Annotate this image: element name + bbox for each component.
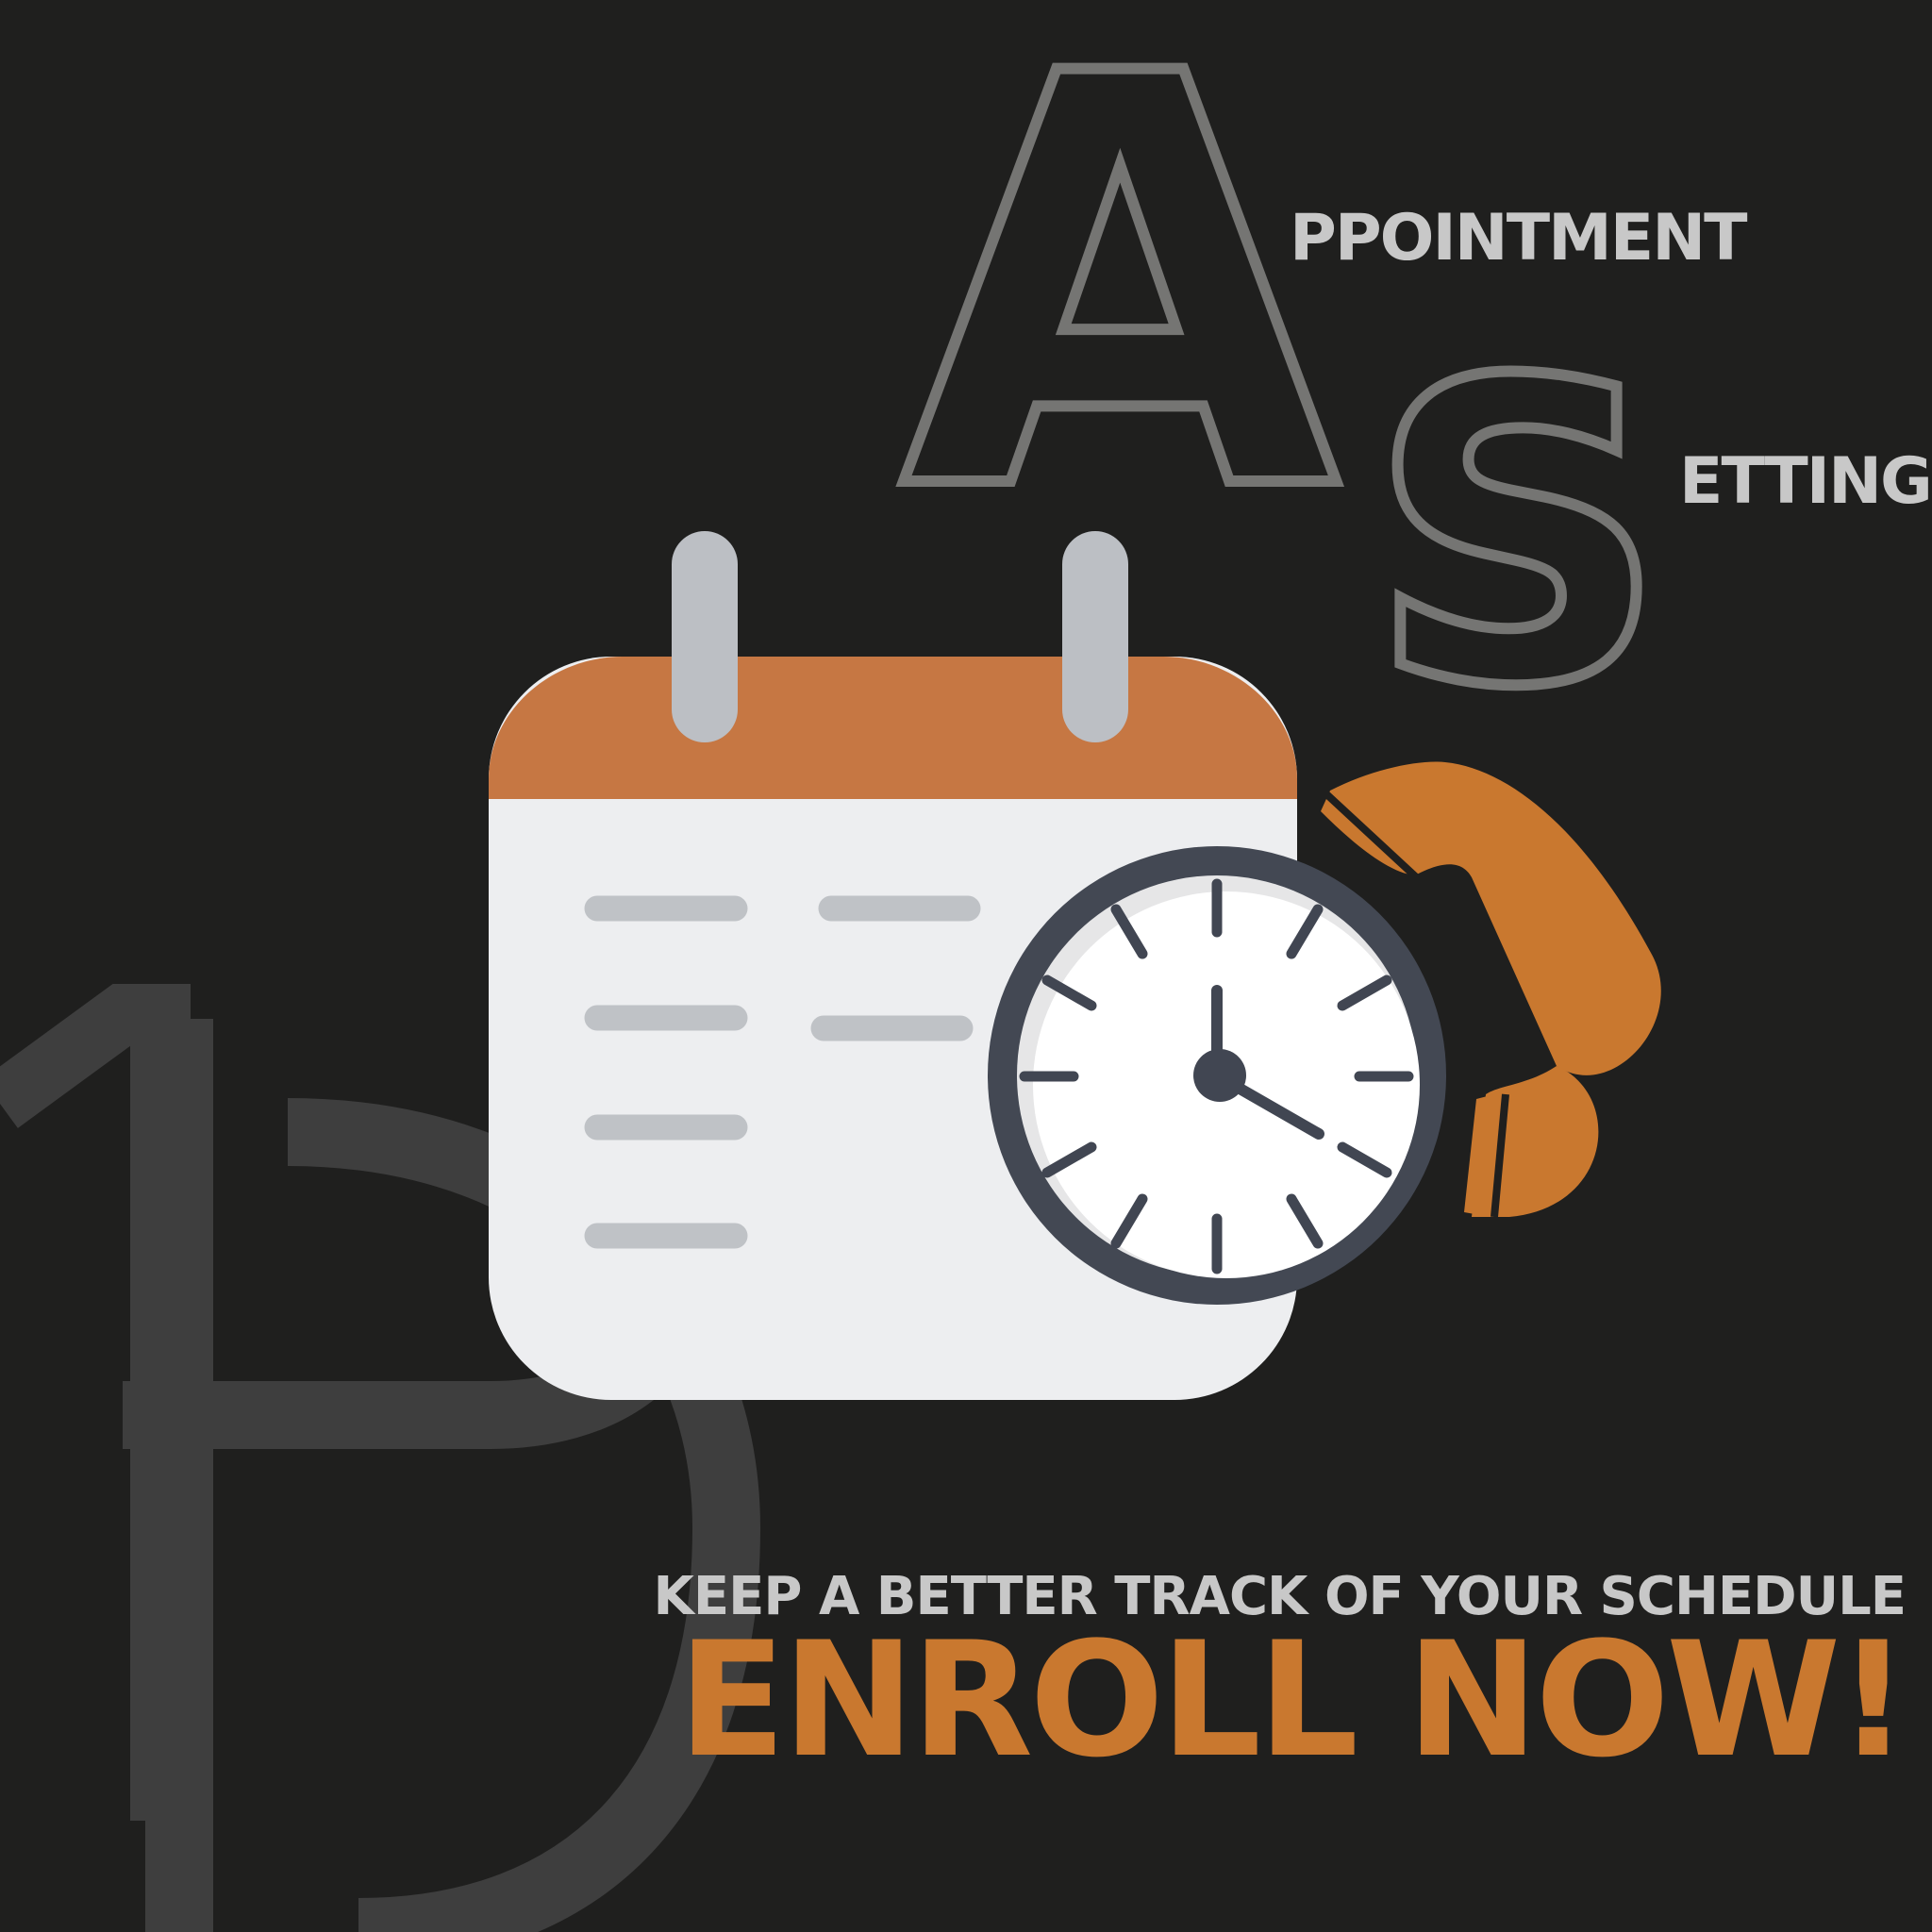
enroll-now-cta[interactable]: ENROLL NOW! [0, 1615, 1909, 1785]
clock-icon [988, 846, 1446, 1305]
